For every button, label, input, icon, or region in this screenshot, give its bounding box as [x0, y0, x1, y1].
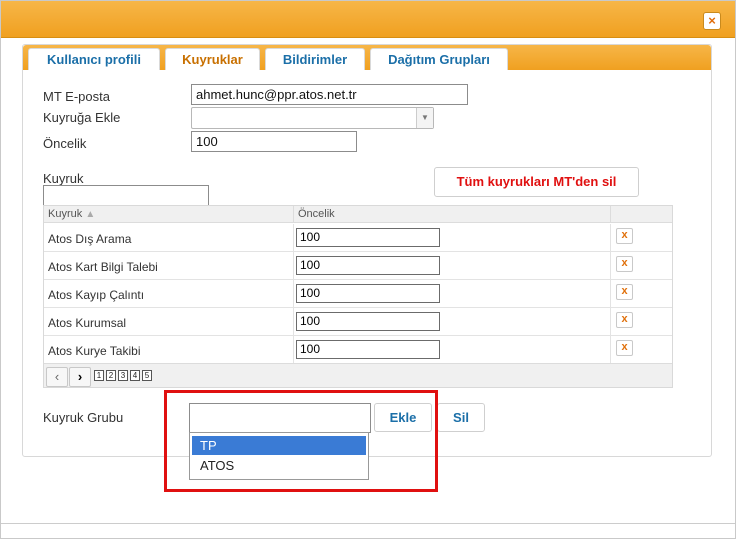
- close-icon: ×: [708, 13, 716, 28]
- delete-all-queues-button[interactable]: Tüm kuyrukları MT'den sil: [434, 167, 639, 197]
- delete-row-button[interactable]: x: [616, 340, 633, 356]
- email-field[interactable]: ahmet.hunc@ppr.atos.net.tr: [191, 84, 468, 105]
- table-row: Atos Kurye Takibi 100 x: [44, 336, 672, 364]
- tab-queues[interactable]: Kuyruklar: [165, 48, 260, 70]
- close-x-icon: x: [621, 313, 628, 325]
- queue-name: Atos Kayıp Çalıntı: [48, 288, 145, 302]
- sort-up-icon: ▲: [85, 209, 96, 220]
- row-priority-input[interactable]: 100: [296, 284, 440, 303]
- table-row: Atos Kart Bilgi Talebi 100 x: [44, 252, 672, 280]
- add-group-button[interactable]: Ekle: [374, 403, 432, 432]
- table-row: Atos Dış Arama 100 x: [44, 224, 672, 252]
- row-priority-input[interactable]: 100: [296, 312, 440, 331]
- chevron-right-icon: ›: [77, 369, 83, 384]
- option-tp[interactable]: TP: [192, 436, 366, 455]
- column-divider: [610, 206, 611, 223]
- grid-header: Kuyruk ▲ Öncelik: [44, 206, 672, 223]
- divider: [1, 523, 735, 524]
- queue-filter-input[interactable]: [43, 185, 209, 206]
- add-queue-select[interactable]: ▼: [191, 107, 434, 129]
- grid-header-priority[interactable]: Öncelik: [298, 208, 335, 220]
- page-link-5[interactable]: 5: [142, 370, 152, 381]
- tab-user-profile[interactable]: Kullanıcı profili: [28, 48, 160, 70]
- page-link-2[interactable]: 2: [106, 370, 116, 381]
- row-priority-input[interactable]: 100: [296, 256, 440, 275]
- delete-group-button[interactable]: Sil: [437, 403, 485, 432]
- queue-name: Atos Kurye Takibi: [48, 344, 141, 358]
- queue-grid: Kuyruk ▲ Öncelik Atos Dış Arama 100 x At…: [43, 205, 673, 388]
- delete-row-button[interactable]: x: [616, 312, 633, 328]
- close-x-icon: x: [621, 341, 628, 353]
- row-priority-input[interactable]: 100: [296, 228, 440, 247]
- queue-name: Atos Kart Bilgi Talebi: [48, 260, 158, 274]
- dialog-titlebar: ×: [1, 1, 735, 38]
- queue-filter-label: Kuyruk: [43, 171, 84, 186]
- row-priority-input[interactable]: 100: [296, 340, 440, 359]
- user-settings-dialog: × Kullanıcı profili Kuyruklar Bildirimle…: [0, 0, 736, 539]
- close-x-icon: x: [621, 229, 628, 241]
- option-atos[interactable]: ATOS: [192, 456, 366, 475]
- queue-group-label: Kuyruk Grubu: [43, 410, 124, 425]
- queue-group-dropdown-list: TP ATOS: [189, 432, 369, 480]
- email-label: MT E-posta: [43, 89, 110, 104]
- dropdown-arrow-icon[interactable]: ▼: [416, 108, 433, 128]
- pager-prev-button[interactable]: ‹: [46, 367, 68, 387]
- page-link-4[interactable]: 4: [130, 370, 140, 381]
- priority-label: Öncelik: [43, 136, 87, 151]
- tab-bar: Kullanıcı profili Kuyruklar Bildirimler …: [23, 45, 711, 70]
- delete-row-button[interactable]: x: [616, 284, 633, 300]
- queue-name: Atos Dış Arama: [48, 232, 132, 246]
- queue-group-input[interactable]: [189, 403, 371, 433]
- priority-field[interactable]: 100: [191, 131, 357, 152]
- grid-header-queue[interactable]: Kuyruk ▲: [48, 208, 95, 220]
- tab-distribution-groups[interactable]: Dağıtım Grupları: [370, 48, 508, 70]
- tab-notifications[interactable]: Bildirimler: [265, 48, 365, 70]
- chevron-left-icon: ‹: [54, 369, 60, 384]
- column-divider: [293, 206, 294, 223]
- page-link-3[interactable]: 3: [118, 370, 128, 381]
- add-queue-label: Kuyruğa Ekle: [43, 110, 121, 125]
- close-x-icon: x: [621, 257, 628, 269]
- grid-pager: ‹ › 1 2 3 4 5: [44, 363, 672, 387]
- pager-next-button[interactable]: ›: [69, 367, 91, 387]
- close-x-icon: x: [621, 285, 628, 297]
- queue-name: Atos Kurumsal: [48, 316, 127, 330]
- delete-row-button[interactable]: x: [616, 256, 633, 272]
- close-dialog-button[interactable]: ×: [703, 12, 721, 30]
- page-link-1[interactable]: 1: [94, 370, 104, 381]
- table-row: Atos Kurumsal 100 x: [44, 308, 672, 336]
- delete-row-button[interactable]: x: [616, 228, 633, 244]
- table-row: Atos Kayıp Çalıntı 100 x: [44, 280, 672, 308]
